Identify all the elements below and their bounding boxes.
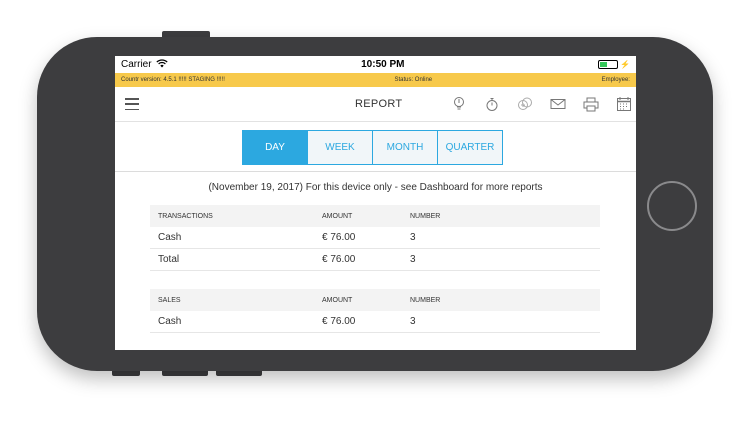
row-amount: € 76.00 xyxy=(322,232,356,243)
column-header: NUMBER xyxy=(410,212,441,220)
row-label: Cash xyxy=(158,232,182,243)
row-amount: € 76.00 xyxy=(322,316,356,327)
row-number: 3 xyxy=(410,254,416,265)
section-divider xyxy=(115,171,636,172)
report-note: (November 19, 2017) For this device only… xyxy=(208,182,543,193)
home-button[interactable] xyxy=(647,181,697,231)
table-row: Cash € 76.00 3 xyxy=(150,311,600,333)
carrier-label: Carrier xyxy=(121,59,152,70)
employee-label: Employee: xyxy=(601,77,630,83)
tab-month[interactable]: MONTH xyxy=(372,130,438,165)
column-header: NUMBER xyxy=(410,296,441,304)
period-tabs: DAY WEEK MONTH QUARTER xyxy=(242,130,503,165)
device-screen: Carrier 10:50 PM ⚡ Countr version: 4.5.1… xyxy=(115,56,636,350)
tab-quarter[interactable]: QUARTER xyxy=(437,130,503,165)
hamburger-icon[interactable] xyxy=(125,98,139,110)
transactions-table: TRANSACTIONS AMOUNT NUMBER Cash € 76.00 … xyxy=(150,205,600,271)
stopwatch-icon[interactable] xyxy=(482,95,502,113)
table-row: Total € 76.00 3 xyxy=(150,249,600,271)
tab-day[interactable]: DAY xyxy=(242,130,308,165)
sales-table: SALES AMOUNT NUMBER Cash € 76.00 3 xyxy=(150,289,600,333)
row-amount: € 76.00 xyxy=(322,254,356,265)
table-header: SALES AMOUNT NUMBER xyxy=(150,289,600,311)
app-header: REPORT xyxy=(115,87,636,122)
column-header: AMOUNT xyxy=(322,296,353,304)
coins-icon[interactable] xyxy=(515,95,535,113)
bulb-icon[interactable] xyxy=(449,95,469,113)
table-header: TRANSACTIONS AMOUNT NUMBER xyxy=(150,205,600,227)
row-number: 3 xyxy=(410,316,416,327)
version-label: Countr version: 4.5.1 !!!!! STAGING !!!!… xyxy=(121,77,225,83)
info-banner: Countr version: 4.5.1 !!!!! STAGING !!!!… xyxy=(115,73,636,87)
table-row: Cash € 76.00 3 xyxy=(150,227,600,249)
printer-icon[interactable] xyxy=(581,95,601,113)
page-title: REPORT xyxy=(355,98,403,110)
clock-time: 10:50 PM xyxy=(361,59,405,70)
column-header: AMOUNT xyxy=(322,212,353,220)
calendar-icon[interactable] xyxy=(614,95,634,113)
column-header: SALES xyxy=(158,296,181,304)
ios-status-bar: Carrier 10:50 PM ⚡ xyxy=(115,56,636,73)
mail-icon[interactable] xyxy=(548,95,568,113)
connection-status: Status: Online xyxy=(394,77,433,83)
column-header: TRANSACTIONS xyxy=(158,212,213,220)
tab-week[interactable]: WEEK xyxy=(307,130,373,165)
battery-icon: ⚡ xyxy=(598,60,630,69)
wifi-icon xyxy=(155,59,168,70)
row-label: Total xyxy=(158,254,180,265)
row-label: Cash xyxy=(158,316,182,327)
row-number: 3 xyxy=(410,232,416,243)
